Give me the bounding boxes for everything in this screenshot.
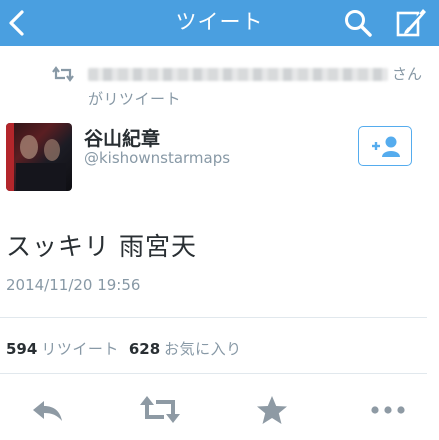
follow-button[interactable] — [358, 126, 412, 166]
retweet-icon — [52, 66, 74, 82]
divider — [0, 373, 427, 374]
retweet-icon[interactable] — [138, 393, 180, 427]
search-icon[interactable] — [342, 7, 374, 39]
retweet-context: さん がリツイート — [52, 64, 432, 110]
retweeted-by-label: がリツイート — [88, 90, 182, 108]
favorite-count[interactable]: 628 — [129, 340, 160, 358]
more-icon[interactable] — [366, 393, 410, 427]
add-user-icon — [372, 136, 400, 157]
tweet-timestamp: 2014/11/20 19:56 — [6, 276, 141, 294]
tweet-stats: 594 リツイート 628 お気に入り — [6, 338, 252, 359]
tweet-text: スッキリ 雨宮天 — [6, 232, 197, 261]
compose-icon[interactable] — [393, 5, 429, 41]
star-icon[interactable] — [252, 393, 292, 427]
author-handle[interactable]: @kishownstarmaps — [84, 149, 230, 167]
divider — [0, 317, 427, 318]
retweeter-suffix: さん — [392, 65, 423, 83]
avatar[interactable] — [6, 123, 72, 191]
author-name[interactable]: 谷山紀章 — [84, 124, 160, 151]
retweet-count-label[interactable]: リツイート — [41, 340, 119, 358]
retweet-count[interactable]: 594 — [6, 340, 37, 358]
favorite-count-label[interactable]: お気に入り — [164, 340, 242, 358]
navigation-bar: ツイート — [0, 0, 439, 46]
reply-icon[interactable] — [28, 393, 68, 427]
tweet-action-bar — [0, 393, 439, 427]
retweeter-name-redacted — [88, 68, 388, 81]
